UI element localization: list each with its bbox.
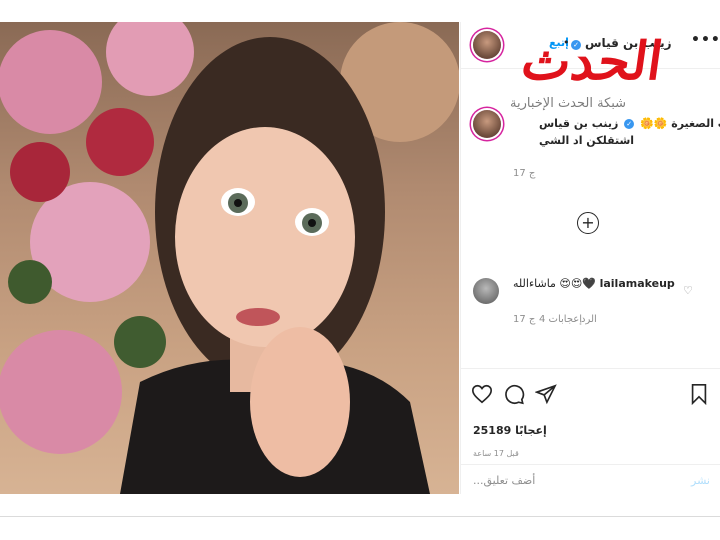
post-side-panel: إتبع • ✓ زينب بن قياس ••• زينب الصغيرة 🌼… bbox=[460, 22, 720, 494]
instagram-post: إتبع • ✓ زينب بن قياس ••• زينب الصغيرة 🌼… bbox=[0, 22, 720, 517]
more-options-icon[interactable]: ••• bbox=[691, 32, 720, 48]
photo-illustration bbox=[0, 22, 459, 494]
post-photo[interactable] bbox=[0, 22, 459, 494]
comment-time[interactable]: 17 ج bbox=[513, 314, 535, 325]
caption-time[interactable]: 17 ج bbox=[513, 168, 535, 179]
dot-separator: • bbox=[563, 36, 570, 49]
likes-count[interactable]: 25189 إعجابًا bbox=[473, 424, 547, 437]
post-header: إتبع • ✓ زينب بن قياس ••• bbox=[461, 22, 720, 69]
comment-likes[interactable]: 4 إعجابات bbox=[539, 314, 582, 325]
comment-reply[interactable]: الرد bbox=[581, 314, 597, 325]
post-comment-button[interactable]: نشر bbox=[691, 474, 710, 487]
caption-text-line1: زينب الصغيرة 🌼🌼 bbox=[639, 117, 720, 130]
add-comment-bar: ...أضف تعليق نشر bbox=[461, 464, 720, 496]
load-more-comments-icon[interactable]: + bbox=[577, 212, 599, 234]
comment-icon[interactable] bbox=[503, 383, 525, 405]
caption-line: زينب الصغيرة 🌼🌼 ✓ زينب بن قياس bbox=[539, 117, 720, 130]
verified-icon: ✓ bbox=[624, 119, 635, 129]
share-icon[interactable] bbox=[535, 383, 557, 405]
comment-line: ماشاءالله 😍😍🖤 lailamakeup bbox=[513, 277, 675, 290]
comment-username[interactable]: lailamakeup bbox=[600, 277, 675, 290]
post-actions: 25189 إعجابًا قبل 17 ساعة ...أضف تعليق ن… bbox=[461, 368, 720, 495]
caption-avatar[interactable] bbox=[473, 110, 501, 138]
add-comment-input[interactable]: ...أضف تعليق bbox=[473, 474, 535, 487]
verified-icon: ✓ bbox=[571, 40, 581, 50]
caption-username[interactable]: زينب بن قياس bbox=[539, 117, 618, 130]
like-heart-icon[interactable] bbox=[471, 383, 493, 405]
caption-text-line2: اشتقلكن اد الشي bbox=[539, 134, 635, 147]
likes-number: 25189 bbox=[473, 424, 512, 437]
comment-text: ماشاءالله 😍😍🖤 bbox=[513, 277, 597, 290]
likes-label: إعجابًا bbox=[515, 424, 547, 437]
author-avatar[interactable] bbox=[473, 31, 501, 59]
comment-like-icon[interactable]: ♡ bbox=[683, 284, 693, 297]
post-timestamp[interactable]: قبل 17 ساعة bbox=[473, 449, 519, 458]
save-bookmark-icon[interactable] bbox=[689, 383, 709, 405]
author-username[interactable]: زينب بن قياس bbox=[585, 36, 672, 50]
commenter-avatar[interactable] bbox=[473, 278, 499, 304]
